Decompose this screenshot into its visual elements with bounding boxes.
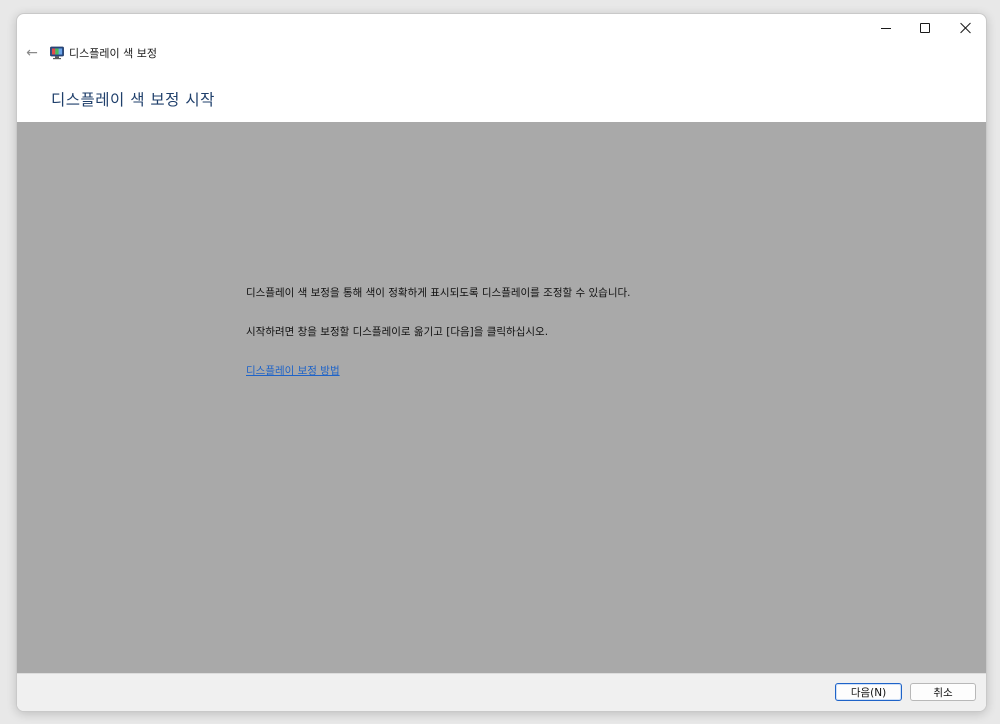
maximize-icon <box>920 23 930 33</box>
window-title: 디스플레이 색 보정 <box>69 47 157 60</box>
minimize-icon <box>881 27 891 29</box>
back-arrow-icon: ← <box>26 45 38 61</box>
minimize-button[interactable] <box>866 14 906 42</box>
title-bar[interactable] <box>17 14 986 42</box>
maximize-button[interactable] <box>905 14 945 42</box>
navigation-row: ← 디스플레이 색 보정 <box>17 43 986 65</box>
calibration-help-link[interactable]: 디스플레이 보정 방법 <box>246 363 340 378</box>
back-button[interactable]: ← <box>22 43 42 63</box>
cancel-button[interactable]: 취소 <box>910 683 976 701</box>
close-button[interactable] <box>946 14 986 42</box>
footer-bar: 다음(N) 취소 <box>17 673 986 711</box>
intro-text: 디스플레이 색 보정을 통해 색이 정확하게 표시되도록 디스플레이를 조정할 … <box>246 287 631 299</box>
next-button[interactable]: 다음(N) <box>835 683 902 701</box>
content-area: 디스플레이 색 보정을 통해 색이 정확하게 표시되도록 디스플레이를 조정할 … <box>17 122 986 673</box>
page-heading: 디스플레이 색 보정 시작 <box>51 91 215 109</box>
calibration-window: ← 디스플레이 색 보정 디스플레이 색 보정 시작 디스플레이 색 보정을 통… <box>16 13 987 712</box>
display-monitor-icon <box>50 46 64 60</box>
instruction-text: 시작하려면 창을 보정할 디스플레이로 옮기고 [다음]을 클릭하십시오. <box>246 326 549 338</box>
close-icon <box>960 22 972 34</box>
